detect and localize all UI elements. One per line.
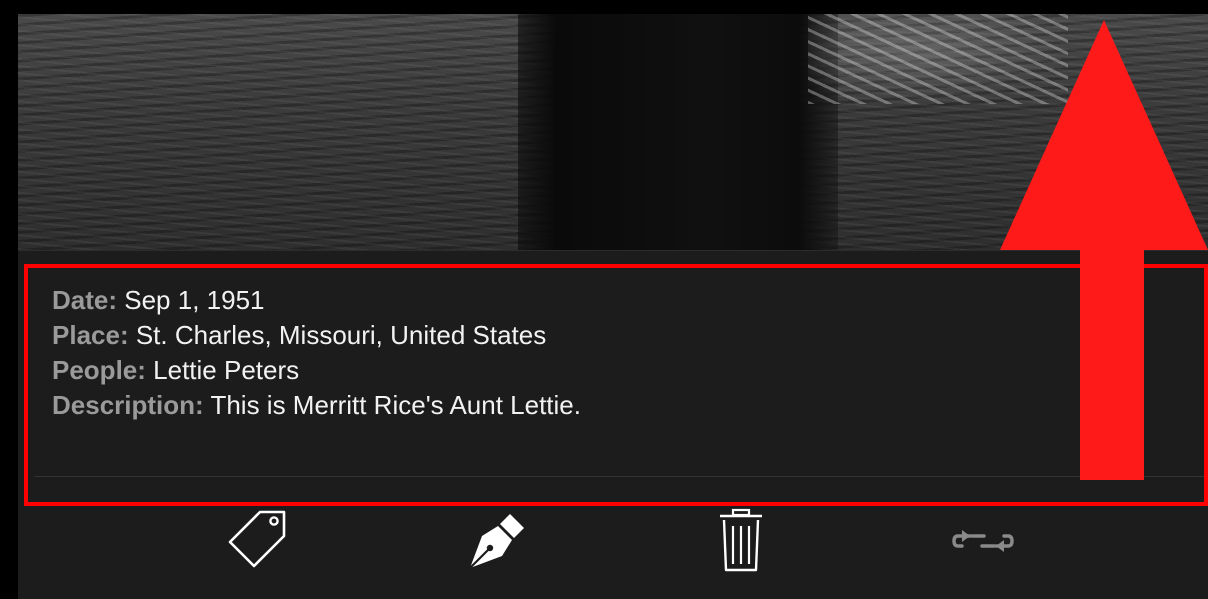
photo-dark-figure — [518, 14, 838, 250]
photo-viewer-screen: Date: Sep 1, 1951 Place: St. Charles, Mi… — [0, 0, 1208, 599]
pen-icon — [462, 506, 532, 581]
swap-button[interactable] — [948, 508, 1018, 578]
annotation-up-arrow-icon — [1000, 20, 1208, 480]
edit-button[interactable] — [462, 508, 532, 578]
tag-icon — [222, 506, 292, 581]
swap-icon — [948, 506, 1018, 581]
tag-button[interactable] — [222, 508, 292, 578]
delete-button[interactable] — [706, 508, 776, 578]
trash-icon — [706, 506, 776, 581]
